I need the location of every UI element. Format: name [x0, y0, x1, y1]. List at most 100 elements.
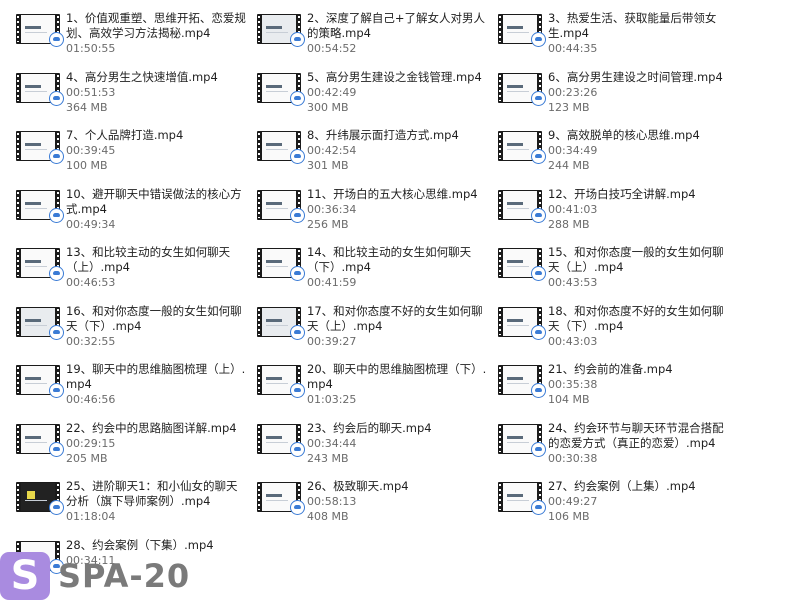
- video-file-item[interactable]: 27、约会案例（上集）.mp4 00:49:27 106 MB: [498, 476, 739, 535]
- video-thumbnail-icon: [16, 189, 64, 223]
- watermark-text: SPA-20: [58, 557, 191, 595]
- cloud-sync-icon: [49, 90, 64, 106]
- cloud-sync-icon: [49, 149, 64, 164]
- cloud-sync-icon: [49, 441, 64, 457]
- video-file-item[interactable]: 12、开场白技巧全讲解.mp4 00:41:03 288 MB: [498, 184, 739, 243]
- video-file-item[interactable]: 13、和比较主动的女生如何聊天（上）.mp4 00:46:53: [16, 242, 257, 301]
- video-thumbnail-icon: [257, 365, 305, 398]
- video-file-item[interactable]: 15、和对你态度一般的女生如何聊天（上）.mp4 00:43:53: [498, 242, 739, 301]
- file-meta: 16、和对你态度一般的女生如何聊天（下）.mp4 00:32:55: [66, 304, 246, 349]
- cloud-sync-icon: [49, 383, 64, 398]
- cloud-sync-icon: [290, 383, 305, 398]
- video-thumbnail-icon: [498, 72, 546, 106]
- file-grid: 1、价值观重塑、思维开拓、恋爱规划、高效学习方法揭秘.mp4 01:50:55 2、…: [16, 8, 796, 593]
- file-name: 7、个人品牌打造.mp4: [66, 128, 184, 142]
- file-meta: 3、热爱生活、获取能量后带领女生.mp4 00:44:35: [548, 11, 728, 56]
- video-thumbnail-icon: [16, 72, 64, 106]
- file-name: 27、约会案例（上集）.mp4: [548, 479, 696, 493]
- video-file-item[interactable]: 10、避开聊天中错误做法的核心方式.mp4 00:49:34: [16, 184, 257, 243]
- video-file-item[interactable]: 18、和对你态度不好的女生如何聊天（下）.mp4 00:43:03: [498, 301, 739, 360]
- video-file-item[interactable]: 16、和对你态度一般的女生如何聊天（下）.mp4 00:32:55: [16, 301, 257, 360]
- cloud-sync-icon: [531, 32, 546, 47]
- video-file-item[interactable]: 3、热爱生活、获取能量后带领女生.mp4 00:44:35: [498, 8, 739, 67]
- video-file-item[interactable]: 7、个人品牌打造.mp4 00:39:45 100 MB: [16, 125, 257, 184]
- file-meta: 4、高分男生之快速增值.mp4 00:51:53 364 MB: [66, 70, 218, 115]
- file-meta: 10、避开聊天中错误做法的核心方式.mp4 00:49:34: [66, 187, 246, 232]
- video-file-item[interactable]: 9、高效脱单的核心思维.mp4 00:34:49 244 MB: [498, 125, 739, 184]
- file-meta: 15、和对你态度一般的女生如何聊天（上）.mp4 00:43:53: [548, 245, 728, 290]
- cloud-sync-icon: [531, 441, 546, 457]
- video-file-item[interactable]: 19、聊天中的思维脑图梳理（上）.mp4 00:46:56: [16, 359, 257, 418]
- video-file-item[interactable]: 8、升纬展示面打造方式.mp4 00:42:54 301 MB: [257, 125, 498, 184]
- file-size: 288 MB: [548, 217, 590, 231]
- file-meta: 2、深度了解自己+了解女人对男人的策略.mp4 00:54:52: [307, 11, 487, 56]
- file-meta: 23、约会后的聊天.mp4 00:34:44 243 MB: [307, 421, 432, 466]
- file-meta: 14、和比较主动的女生如何聊天（下）.mp4 00:41:59: [307, 245, 487, 290]
- file-size: 100 MB: [66, 159, 108, 172]
- video-file-item[interactable]: 14、和比较主动的女生如何聊天（下）.mp4 00:41:59: [257, 242, 498, 301]
- file-duration: 00:34:44: [307, 436, 357, 450]
- file-name: 28、约会案例（下集）.mp4: [66, 537, 214, 552]
- cloud-sync-icon: [531, 207, 546, 223]
- file-duration: 00:39:45: [66, 144, 116, 157]
- cloud-sync-icon: [290, 324, 305, 340]
- video-file-item[interactable]: 23、约会后的聊天.mp4 00:34:44 243 MB: [257, 418, 498, 477]
- video-file-item[interactable]: 22、约会中的思路脑图详解.mp4 00:29:15 205 MB: [16, 418, 257, 477]
- cloud-sync-icon: [531, 266, 546, 281]
- file-name: 9、高效脱单的核心思维.mp4: [548, 128, 700, 142]
- file-name: 19、聊天中的思维脑图梳理（上）.mp4: [66, 362, 246, 391]
- file-duration: 00:34:49: [548, 144, 598, 157]
- file-name: 15、和对你态度一般的女生如何聊天（上）.mp4: [548, 245, 724, 274]
- file-name: 17、和对你态度不好的女生如何聊天（上）.mp4: [307, 303, 483, 333]
- file-duration: 00:23:26: [548, 85, 598, 99]
- cloud-sync-icon: [290, 207, 305, 223]
- video-thumbnail-icon: [498, 482, 546, 515]
- cloud-sync-icon: [531, 383, 546, 398]
- file-meta: 6、高分男生建设之时间管理.mp4 00:23:26 123 MB: [548, 70, 723, 115]
- video-file-item[interactable]: 2、深度了解自己+了解女人对男人的策略.mp4 00:54:52: [257, 8, 498, 67]
- video-file-item[interactable]: 6、高分男生建设之时间管理.mp4 00:23:26 123 MB: [498, 67, 739, 126]
- video-thumbnail-icon: [257, 72, 305, 106]
- file-name: 4、高分男生之快速增值.mp4: [66, 69, 218, 84]
- video-file-item[interactable]: 25、进阶聊天1：和小仙女的聊天分析（旗下导师案例）.mp4 01:18:04: [16, 476, 257, 535]
- cloud-sync-icon: [49, 324, 64, 340]
- video-file-item[interactable]: 11、开场白的五大核心思维.mp4 00:36:34 256 MB: [257, 184, 498, 243]
- file-duration: 00:30:38: [548, 451, 598, 465]
- file-duration: 00:49:34: [66, 217, 116, 231]
- cloud-sync-icon: [290, 441, 305, 457]
- video-thumbnail-icon: [257, 248, 305, 281]
- video-file-item[interactable]: 24、约会环节与聊天环节混合搭配的恋爱方式（真正的恋爱）.mp4 00:30:38: [498, 418, 739, 477]
- file-duration: 00:43:03: [548, 334, 598, 348]
- cloud-sync-icon: [531, 500, 546, 515]
- file-meta: 17、和对你态度不好的女生如何聊天（上）.mp4 00:39:27: [307, 304, 487, 349]
- file-meta: 20、聊天中的思维脑图梳理（下）.mp4 01:03:25: [307, 362, 487, 407]
- video-file-item[interactable]: 26、极致聊天.mp4 00:58:13 408 MB: [257, 476, 498, 535]
- video-thumbnail-icon: [257, 131, 305, 164]
- file-duration: 00:44:35: [548, 42, 598, 55]
- video-file-item[interactable]: 21、约会前的准备.mp4 00:35:38 104 MB: [498, 359, 739, 418]
- cloud-sync-icon: [531, 149, 546, 164]
- cloud-sync-icon: [290, 500, 305, 515]
- cloud-sync-icon: [531, 324, 546, 340]
- file-size: 301 MB: [307, 159, 349, 172]
- video-file-item[interactable]: 5、高分男生建设之金钱管理.mp4 00:42:49 300 MB: [257, 67, 498, 126]
- video-file-item[interactable]: 1、价值观重塑、思维开拓、恋爱规划、高效学习方法揭秘.mp4 01:50:55: [16, 8, 257, 67]
- watermark-letter: S: [0, 552, 50, 600]
- file-name: 16、和对你态度一般的女生如何聊天（下）.mp4: [66, 303, 242, 333]
- file-size: 104 MB: [548, 393, 590, 406]
- video-file-item[interactable]: 17、和对你态度不好的女生如何聊天（上）.mp4 00:39:27: [257, 301, 498, 360]
- file-size: 244 MB: [548, 159, 590, 172]
- file-meta: 12、开场白技巧全讲解.mp4 00:41:03 288 MB: [548, 187, 696, 232]
- video-thumbnail-icon: [498, 189, 546, 223]
- video-file-item[interactable]: 4、高分男生之快速增值.mp4 00:51:53 364 MB: [16, 67, 257, 126]
- file-name: 1、价值观重塑、思维开拓、恋爱规划、高效学习方法揭秘.mp4: [66, 11, 246, 40]
- cloud-sync-icon: [49, 266, 64, 281]
- video-file-item[interactable]: 20、聊天中的思维脑图梳理（下）.mp4 01:03:25: [257, 359, 498, 418]
- file-duration: 00:54:52: [307, 42, 357, 55]
- video-thumbnail-icon: [257, 14, 305, 47]
- file-meta: 1、价值观重塑、思维开拓、恋爱规划、高效学习方法揭秘.mp4 01:50:55: [66, 11, 246, 56]
- file-duration: 00:43:53: [548, 276, 598, 289]
- file-meta: 24、约会环节与聊天环节混合搭配的恋爱方式（真正的恋爱）.mp4 00:30:38: [548, 421, 728, 466]
- file-name: 3、热爱生活、获取能量后带领女生.mp4: [548, 11, 717, 40]
- file-duration: 00:46:56: [66, 393, 116, 406]
